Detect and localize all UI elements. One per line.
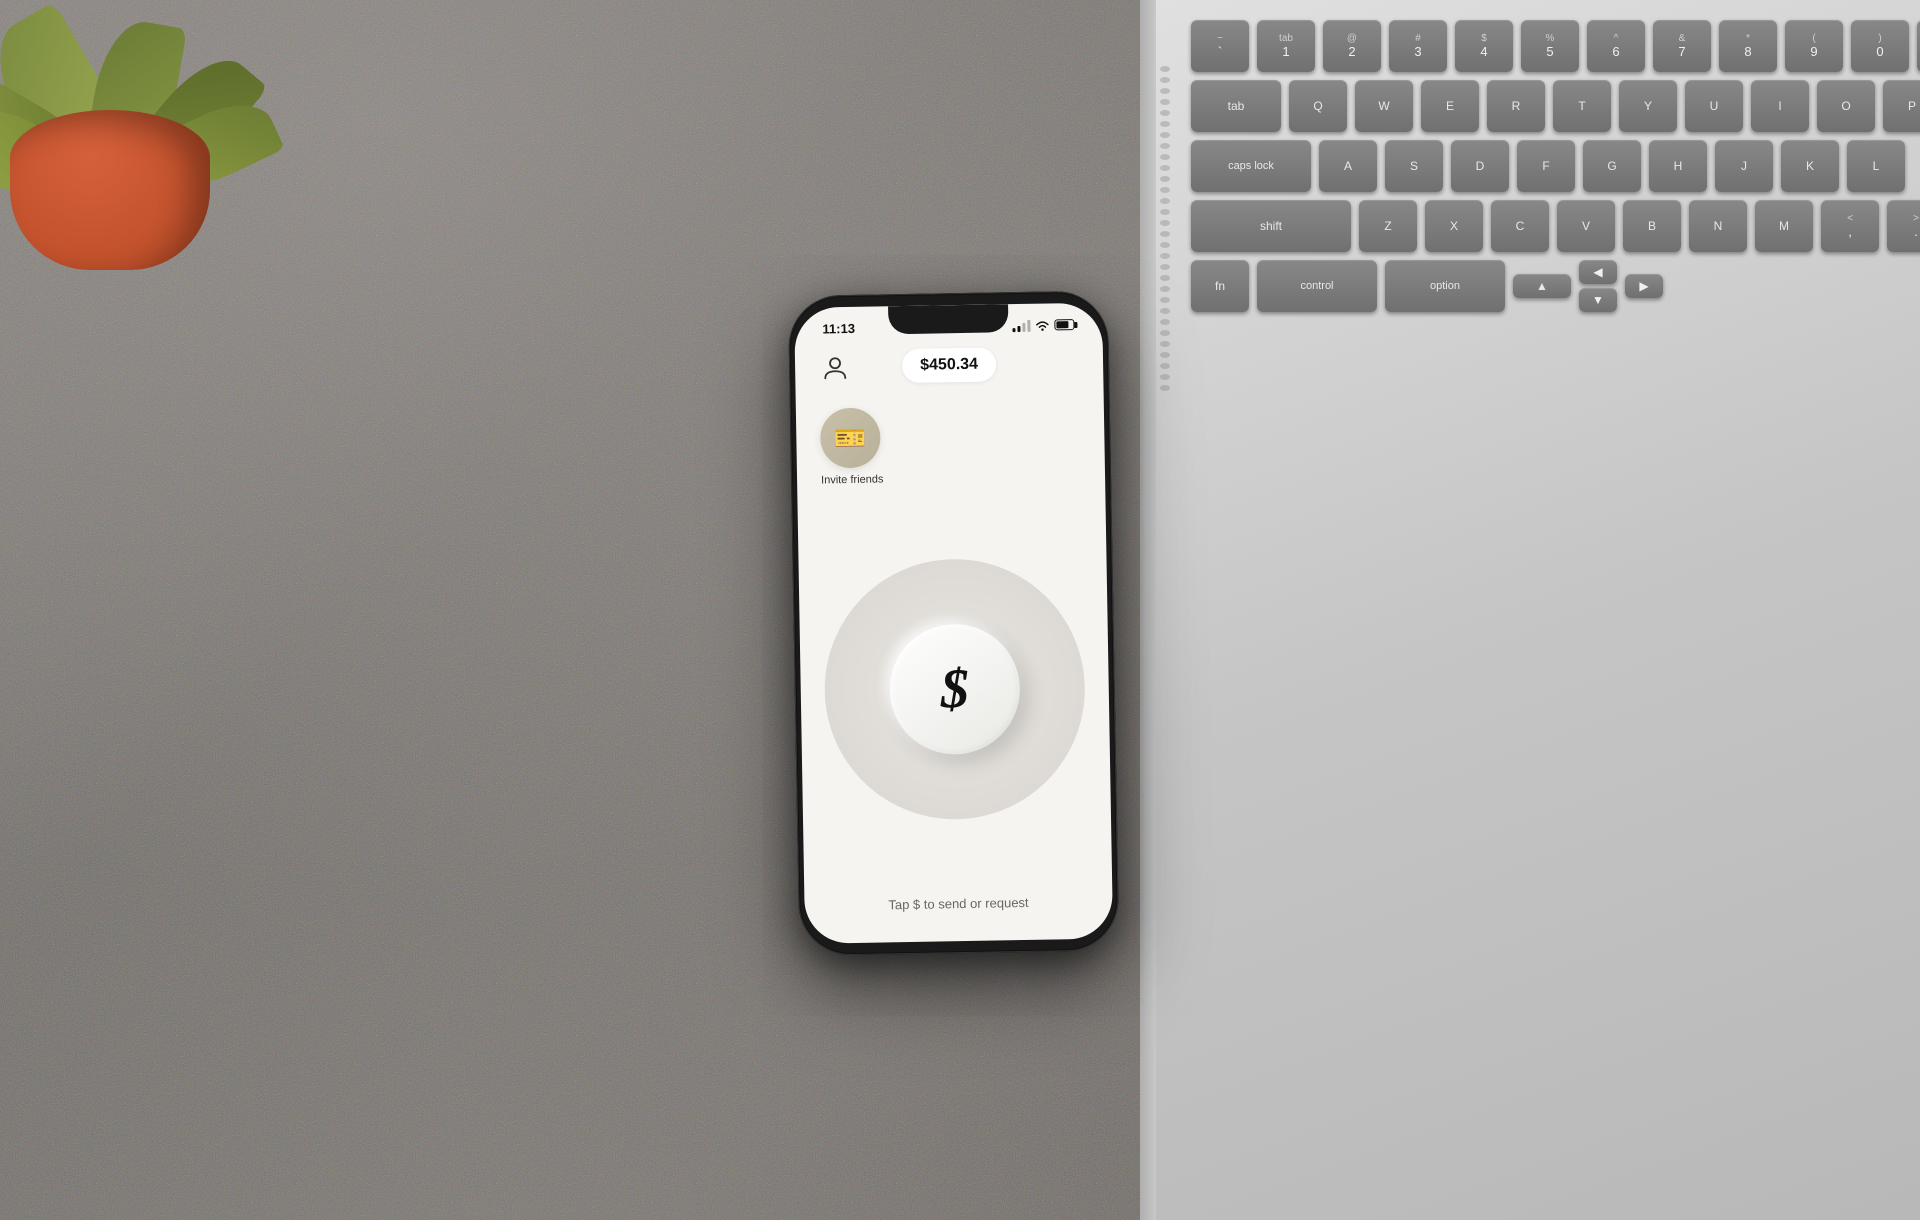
key-row-symbols: ~ ` tab 1 @ 2 # 3 $ 4 (1191, 20, 1910, 72)
key-c[interactable]: C (1491, 200, 1549, 252)
key-option[interactable]: option (1385, 260, 1505, 312)
key-g[interactable]: G (1583, 140, 1641, 192)
battery-tip (1074, 321, 1077, 327)
key-m[interactable]: M (1755, 200, 1813, 252)
key-t[interactable]: T (1553, 80, 1611, 132)
key-backtick[interactable]: ~ ` (1191, 20, 1249, 72)
key-f[interactable]: F (1517, 140, 1575, 192)
plant-pot (10, 110, 210, 270)
laptop-keyboard: ~ ` tab 1 @ 2 # 3 $ 4 (1140, 0, 1920, 1220)
key-control[interactable]: control (1257, 260, 1377, 312)
key-shift-left[interactable]: shift (1191, 200, 1351, 252)
phone-screen-content: 11:13 (794, 303, 1113, 944)
dollar-button[interactable]: $ (889, 623, 1021, 755)
balance-amount: $450.34 (920, 356, 978, 374)
invite-friends-button[interactable]: 🎫 Invite friends (820, 404, 1081, 487)
phone-frame: 11:13 (788, 290, 1119, 955)
key-left-arrow[interactable]: ◀ (1579, 260, 1617, 284)
signal-bar-2 (1017, 325, 1020, 331)
hint-text: Tap $ to send or request (804, 873, 1113, 943)
key-y[interactable]: Y (1619, 80, 1677, 132)
invite-avatar: 🎫 (820, 407, 881, 468)
key-s[interactable]: S (1385, 140, 1443, 192)
key-capslock[interactable]: caps lock (1191, 140, 1311, 192)
key-1[interactable]: tab 1 (1257, 20, 1315, 72)
key-a[interactable]: A (1319, 140, 1377, 192)
key-o[interactable]: O (1817, 80, 1875, 132)
key-h[interactable]: H (1649, 140, 1707, 192)
invite-label: Invite friends (821, 473, 884, 486)
battery-fill (1056, 321, 1068, 328)
plant-decoration (0, 0, 300, 280)
key-x[interactable]: X (1425, 200, 1483, 252)
key-tab[interactable]: tab (1191, 80, 1281, 132)
balance-display[interactable]: $450.34 (902, 347, 996, 383)
dollar-sign: $ (940, 657, 969, 721)
phone-mockup: 11:13 (788, 290, 1119, 955)
key-b[interactable]: B (1623, 200, 1681, 252)
phone-screen: 11:13 (794, 303, 1113, 944)
signal-bar-4 (1027, 319, 1030, 331)
key-p[interactable]: P (1883, 80, 1920, 132)
key-6[interactable]: ^ 6 (1587, 20, 1645, 72)
status-icons (1012, 319, 1074, 332)
phone-notch (888, 304, 1008, 334)
profile-button[interactable] (819, 351, 852, 384)
speaker-grill (1156, 60, 1174, 960)
key-row-modifier: fn control option ▲ ◀ ▼ ▶ (1191, 260, 1910, 312)
key-k[interactable]: K (1781, 140, 1839, 192)
laptop-body: ~ ` tab 1 @ 2 # 3 $ 4 (1141, 0, 1920, 1220)
option-key-area (1826, 527, 1920, 636)
key-down-arrow[interactable]: ▼ (1579, 288, 1617, 312)
key-fn[interactable]: fn (1191, 260, 1249, 312)
signal-bar-3 (1022, 322, 1025, 331)
outer-circle: $ (823, 557, 1087, 821)
invite-section: 🎫 Invite friends (796, 396, 1106, 495)
key-r[interactable]: R (1487, 80, 1545, 132)
laptop-edge (1141, 0, 1156, 1220)
key-7[interactable]: & 7 (1653, 20, 1711, 72)
key-0[interactable]: ) 0 (1851, 20, 1909, 72)
key-5[interactable]: % 5 (1521, 20, 1579, 72)
key-e[interactable]: E (1421, 80, 1479, 132)
wifi-icon (1034, 319, 1050, 331)
key-q[interactable]: Q (1289, 80, 1347, 132)
key-row-asdf: caps lock A S D F G H (1191, 140, 1910, 192)
key-n[interactable]: N (1689, 200, 1747, 252)
profile-icon (822, 354, 848, 380)
key-v[interactable]: V (1557, 200, 1615, 252)
key-l[interactable]: L (1847, 140, 1905, 192)
key-z[interactable]: Z (1359, 200, 1417, 252)
key-period[interactable]: > . (1887, 200, 1920, 252)
key-row-qwerty: tab Q W E R T Y (1191, 80, 1910, 132)
battery-icon (1054, 319, 1074, 330)
signal-bar-1 (1012, 328, 1015, 332)
key-3[interactable]: # 3 (1389, 20, 1447, 72)
key-j[interactable]: J (1715, 140, 1773, 192)
status-time: 11:13 (822, 321, 855, 337)
key-right-arrow[interactable]: ▶ (1625, 274, 1663, 298)
app-header: $450.34 (795, 338, 1104, 401)
keyboard-area: ~ ` tab 1 @ 2 # 3 $ 4 (1191, 20, 1910, 1200)
key-w[interactable]: W (1355, 80, 1413, 132)
main-action-area: $ (798, 500, 1112, 879)
header-spacer (1047, 363, 1079, 364)
key-9[interactable]: ( 9 (1785, 20, 1843, 72)
key-arrows-lr: ◀ ▼ (1579, 260, 1617, 312)
key-comma[interactable]: < , (1821, 200, 1879, 252)
key-i[interactable]: I (1751, 80, 1809, 132)
key-d[interactable]: D (1451, 140, 1509, 192)
key-2[interactable]: @ 2 (1323, 20, 1381, 72)
key-row-zxcv: shift Z X C V B N (1191, 200, 1910, 252)
key-up-arrow[interactable]: ▲ (1513, 274, 1571, 298)
key-u[interactable]: U (1685, 80, 1743, 132)
invite-emoji: 🎫 (834, 422, 867, 454)
signal-icon (1012, 319, 1030, 331)
key-8[interactable]: * 8 (1719, 20, 1777, 72)
key-4[interactable]: $ 4 (1455, 20, 1513, 72)
